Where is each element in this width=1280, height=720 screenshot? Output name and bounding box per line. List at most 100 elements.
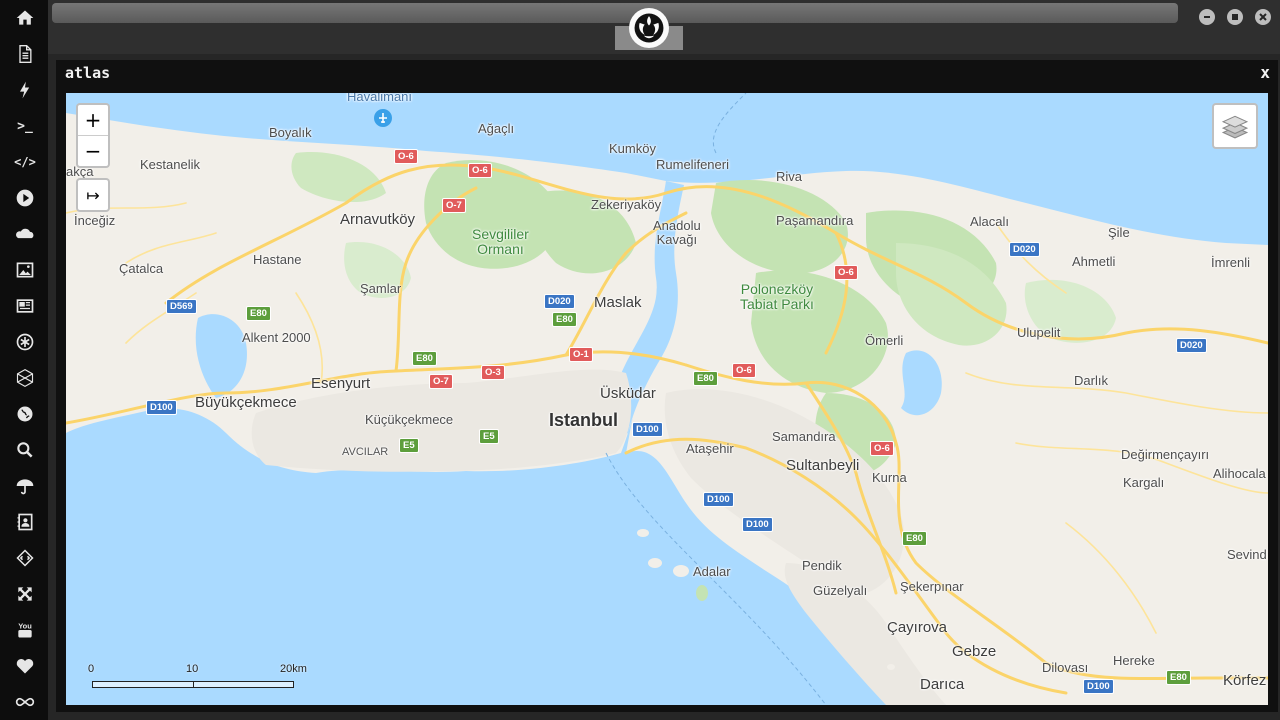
road-shield-e80: E80 (246, 306, 271, 321)
road-shield-e80: E80 (552, 312, 577, 327)
map-label-maslak: Maslak (594, 294, 642, 311)
map-label-ulupelit: Ulupelit (1017, 325, 1061, 340)
bolt-icon[interactable] (12, 77, 38, 103)
maximize-button[interactable] (1227, 9, 1243, 25)
asterisk-icon[interactable] (12, 329, 38, 355)
road-shield-o6: O-6 (468, 163, 492, 178)
map-label-havalimani: Havalimanı (347, 93, 413, 104)
zoom-extent-button[interactable]: ↦ (78, 180, 108, 210)
minimize-button[interactable] (1199, 9, 1215, 25)
hexagon-icon[interactable] (12, 365, 38, 391)
map-label-kestanelik: Kestanelik (140, 157, 200, 172)
layers-icon (1221, 115, 1249, 139)
news-icon[interactable] (12, 293, 38, 319)
map-label-kucukcekmece: Küçükçekmece (365, 412, 454, 427)
play-icon[interactable] (12, 185, 38, 211)
terminal-icon[interactable]: >_ (12, 113, 38, 139)
map-label-cayirova: Çayırova (887, 619, 948, 636)
map-label-sevindik: Sevind (1227, 547, 1267, 562)
map-label-darica: Darıca (920, 676, 965, 693)
road-shield-o7: O-7 (442, 198, 466, 213)
map-label-adalar: Adalar (693, 564, 731, 579)
tab-strip[interactable] (52, 3, 1178, 23)
app-sidebar: >_ </> You (0, 0, 48, 720)
map-label-darlik: Darlık (1074, 373, 1108, 388)
scale-tick-20: 20km (280, 663, 307, 675)
map-label-atasehir: Ataşehir (686, 441, 734, 456)
search-icon[interactable] (12, 437, 38, 463)
road-shield-d020: D020 (544, 294, 575, 309)
road-shield-o1: O-1 (569, 347, 593, 362)
map-label-agacli: Ağaçlı (478, 121, 515, 136)
road-shield-e5: E5 (479, 429, 499, 444)
map-label-istanbul: Istanbul (549, 410, 619, 430)
map-view[interactable]: Havalimanı Ağaçlı Boyalık Kestanelik akç… (66, 93, 1268, 705)
map-label-avcilar: AVCILAR (342, 446, 389, 458)
map-label-sevgililer: Sevgililer Ormanı (472, 226, 529, 257)
svg-text:You: You (18, 621, 32, 630)
map-label-arnavutkoy: Arnavutköy (340, 211, 416, 228)
map-label-hastane: Hastane (253, 252, 302, 267)
map-label-hereke: Hereke (1113, 653, 1155, 668)
map-label-pendik: Pendik (802, 558, 842, 573)
diamond-code-icon[interactable] (12, 545, 38, 571)
map-label-anadolu-kavagi: Anadolu Kavağı (653, 218, 701, 247)
globe-icon[interactable] (12, 401, 38, 427)
scale-tick-0: 0 (88, 663, 95, 675)
road-shield-d020: D020 (1009, 242, 1040, 257)
road-shield-o7: O-7 (429, 374, 453, 389)
document-icon[interactable] (12, 41, 38, 67)
infinity-icon[interactable] (12, 689, 38, 715)
window-title: atlas (65, 64, 111, 82)
cloud-icon[interactable] (12, 221, 38, 247)
home-icon[interactable] (12, 5, 38, 31)
zoom-control: + − (76, 103, 110, 168)
map-label-esenyurt: Esenyurt (311, 375, 371, 392)
map-label-kumkoy: Kumköy (609, 141, 656, 156)
map-label-imrenli: İmrenli (1211, 255, 1251, 270)
window-close-button[interactable]: x (1260, 63, 1270, 82)
heart-icon[interactable] (12, 653, 38, 679)
extent-control: ↦ (76, 178, 110, 212)
zoom-out-button[interactable]: − (78, 136, 108, 166)
map-label-degirmencayiri: Değirmençayırı (1121, 447, 1210, 462)
map-label-samandira: Samandıra (772, 429, 836, 444)
map-label-sekerpinar: Şekerpınar (900, 579, 964, 594)
umbrella-icon[interactable] (12, 473, 38, 499)
code-icon[interactable]: </> (12, 149, 38, 175)
road-shield-d100: D100 (742, 517, 773, 532)
road-shield-e80: E80 (412, 351, 437, 366)
zoom-in-button[interactable]: + (78, 105, 108, 136)
image-icon[interactable] (12, 257, 38, 283)
close-window-button[interactable] (1255, 9, 1271, 25)
map-label-zekeriyakoy: Zekeriyaköy (591, 197, 662, 212)
map-label-alihocalar: Alihocala (1213, 466, 1266, 481)
road-shield-o6: O-6 (394, 149, 418, 164)
map-label-ahmetli: Ahmetli (1072, 254, 1116, 269)
road-shield-o6: O-6 (870, 441, 894, 456)
map-label-alacali: Alacalı (970, 214, 1010, 229)
map-label-pasamandira: Paşamandıra (776, 213, 854, 228)
map-label-kargali: Kargalı (1123, 475, 1165, 490)
map-label-boyalik: Boyalık (269, 125, 312, 140)
road-shield-o6: O-6 (732, 363, 756, 378)
airport-pin-icon[interactable] (374, 109, 392, 127)
map-label-kurna: Kurna (872, 470, 907, 485)
expand-icon[interactable] (12, 581, 38, 607)
road-shield-d100: D100 (146, 400, 177, 415)
rebel-emblem-icon (629, 8, 669, 48)
map-label-dilovasi: Dilovası (1042, 660, 1089, 675)
map-label-alkent: Alkent 2000 (242, 330, 311, 345)
contacts-icon[interactable] (12, 509, 38, 535)
scale-tick-10: 10 (186, 663, 199, 675)
map-label-catalca: Çatalca (119, 261, 164, 276)
layers-button[interactable] (1212, 103, 1258, 149)
map-label-polonezkoy: Polonezköy Tabiat Parkı (740, 281, 814, 312)
map-label-guzelyali: Güzelyalı (813, 583, 868, 598)
code-glyph: </> (14, 155, 36, 169)
youtube-icon[interactable]: You (12, 617, 38, 643)
atlas-window: atlas x Havalimanı Ağaçlı Boyalık Kestan… (56, 60, 1278, 712)
road-shield-d100: D100 (703, 492, 734, 507)
map-label-sile: Şile (1108, 225, 1130, 240)
road-shield-o3: O-3 (481, 365, 505, 380)
